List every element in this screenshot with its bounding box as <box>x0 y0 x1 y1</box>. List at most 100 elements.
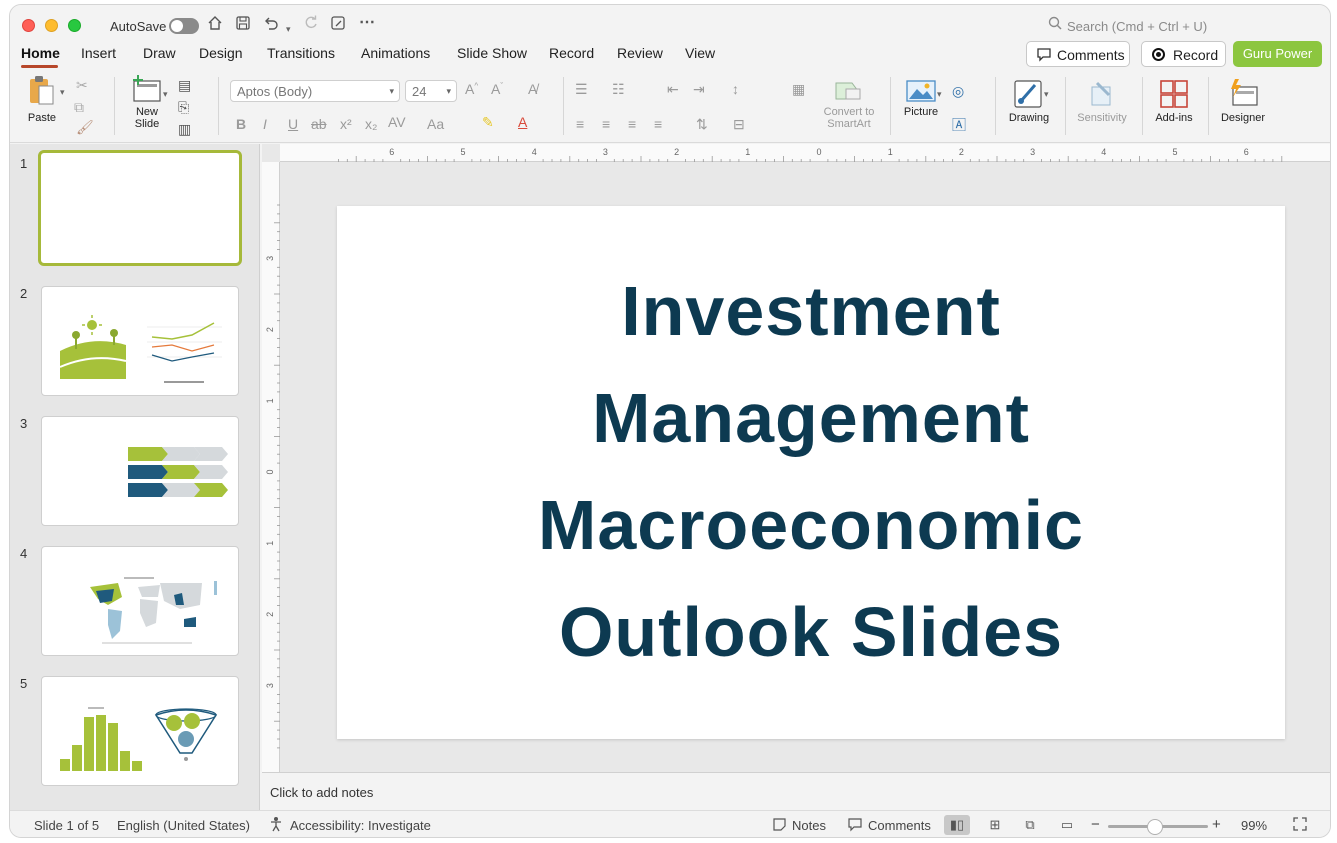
line-spacing-icon[interactable]: ↕ <box>732 81 739 97</box>
drawing-button[interactable]: Drawing <box>1005 79 1053 124</box>
zoom-slider-handle[interactable] <box>1147 819 1163 835</box>
tab-record[interactable]: Record <box>549 45 594 61</box>
slide-title[interactable]: Investment Management Macroeconomic Outl… <box>337 258 1285 686</box>
comments-toggle[interactable]: Comments <box>868 818 931 833</box>
minimize-window-button[interactable] <box>45 19 58 32</box>
new-slide-button[interactable]: New Slide <box>125 75 169 130</box>
slide-show-button[interactable]: ▭ <box>1054 815 1080 835</box>
decrease-indent-icon[interactable]: ⇤ <box>667 81 679 98</box>
zoom-level[interactable]: 99% <box>1241 818 1267 833</box>
bold-icon[interactable]: B <box>236 116 246 132</box>
autosave-toggle[interactable] <box>169 18 199 34</box>
increase-font-size-icon[interactable]: A^ <box>465 81 478 97</box>
redo-icon[interactable] <box>303 15 319 37</box>
ruler-label: 3 <box>265 256 275 261</box>
font-color-icon[interactable]: A <box>518 114 527 130</box>
drawing-dropdown-icon[interactable]: ▾ <box>1044 89 1049 100</box>
copy-icon[interactable]: ⧉ <box>74 99 84 116</box>
fit-to-window-icon[interactable] <box>1293 817 1307 834</box>
designer-icon <box>1231 79 1258 106</box>
new-slide-dropdown-icon[interactable]: ▾ <box>163 89 168 100</box>
columns-icon[interactable]: ▦ <box>792 81 805 98</box>
guru-power-button[interactable]: Guru Power <box>1233 41 1322 67</box>
shapes-icon[interactable]: ◎ <box>952 83 964 100</box>
increase-indent-icon[interactable]: ⇥ <box>693 81 705 98</box>
font-size-dropdown[interactable]: 24 ▾ <box>405 80 457 102</box>
current-slide[interactable]: Investment Management Macroeconomic Outl… <box>337 206 1285 739</box>
align-left-icon[interactable]: ≡ <box>576 116 584 132</box>
tab-draw[interactable]: Draw <box>143 45 176 61</box>
tab-review[interactable]: Review <box>617 45 663 61</box>
font-name-dropdown[interactable]: Aptos (Body) ▾ <box>230 80 400 102</box>
zoom-in-icon[interactable]: + <box>1212 816 1221 833</box>
ribbon-tabs: Home Insert Draw Design Transitions Anim… <box>10 43 1330 69</box>
decrease-font-size-icon[interactable]: Aˇ <box>491 81 503 97</box>
slide-4-preview <box>90 577 217 644</box>
home-icon[interactable] <box>207 15 223 37</box>
tab-view[interactable]: View <box>685 45 715 61</box>
highlight-icon[interactable]: ✎ <box>482 114 494 131</box>
paste-dropdown-icon[interactable]: ▾ <box>60 87 65 98</box>
justify-icon[interactable]: ≡ <box>654 116 662 132</box>
layout-icon[interactable]: ▤ <box>178 77 191 94</box>
slide-thumbnail-1[interactable] <box>38 150 242 266</box>
cut-icon[interactable]: ✂ <box>76 77 88 94</box>
tab-insert[interactable]: Insert <box>81 45 116 61</box>
designer-button[interactable]: Designer <box>1215 77 1271 124</box>
reset-icon[interactable]: ⎘ <box>178 99 189 116</box>
tab-animations[interactable]: Animations <box>361 45 430 61</box>
close-window-button[interactable] <box>22 19 35 32</box>
zoom-out-icon[interactable]: − <box>1091 816 1100 833</box>
tab-slide-show[interactable]: Slide Show <box>457 45 527 61</box>
numbering-icon[interactable]: ☷ <box>612 81 625 98</box>
search-input[interactable]: Search (Cmd + Ctrl + U) <box>1067 19 1207 34</box>
text-box-icon[interactable]: 🄰 <box>952 115 966 135</box>
comments-button[interactable]: Comments <box>1026 41 1130 67</box>
strikethrough-icon[interactable]: ab <box>311 116 327 132</box>
align-center-icon[interactable]: ≡ <box>602 116 610 132</box>
slide-thumbnail-3[interactable] <box>41 416 239 526</box>
bullets-icon[interactable]: ☰ <box>575 81 588 98</box>
slide-thumbnail-4[interactable] <box>41 546 239 656</box>
powerpoint-window: AutoSave ▾ ⋯ Search (Cmd + Ctrl + U) Hom… <box>9 4 1331 838</box>
picture-button[interactable]: Picture <box>901 79 941 118</box>
align-right-icon[interactable]: ≡ <box>628 116 636 132</box>
tab-transitions[interactable]: Transitions <box>267 45 335 61</box>
more-icon[interactable]: ⋯ <box>359 13 375 33</box>
section-icon[interactable]: ▥ <box>178 121 191 138</box>
record-button[interactable]: Record <box>1141 41 1226 67</box>
tab-design[interactable]: Design <box>199 45 243 61</box>
paste-button[interactable]: Paste <box>22 75 62 124</box>
format-painter-icon[interactable]: 🖌 <box>76 119 94 136</box>
italic-icon[interactable]: I <box>263 116 267 132</box>
clear-formatting-icon[interactable]: A̸ <box>528 81 537 97</box>
change-case-icon[interactable]: Aa <box>427 116 444 132</box>
notes-pane[interactable]: Click to add notes <box>262 772 1330 810</box>
tab-home[interactable]: Home <box>21 45 60 61</box>
sensitivity-button[interactable]: Sensitivity <box>1073 79 1131 124</box>
add-ins-button[interactable]: Add-ins <box>1150 79 1198 124</box>
superscript-icon[interactable]: x² <box>340 116 352 132</box>
text-direction-icon[interactable]: ⇅ <box>696 116 708 133</box>
undo-icon[interactable] <box>263 15 279 37</box>
reading-view-button[interactable]: ⧉ <box>1017 815 1043 835</box>
normal-view-button[interactable]: ▮▯ <box>944 815 970 835</box>
underline-icon[interactable]: U <box>288 116 298 132</box>
subscript-icon[interactable]: x₂ <box>365 116 377 132</box>
convert-to-smartart-button[interactable]: Convert to SmartArt <box>818 79 880 130</box>
character-spacing-icon[interactable]: AV <box>388 114 406 130</box>
picture-dropdown-icon[interactable]: ▾ <box>937 89 942 100</box>
language[interactable]: English (United States) <box>117 818 250 833</box>
align-text-icon[interactable]: ⊟ <box>733 116 745 133</box>
notes-icon <box>772 817 787 835</box>
slide-thumbnail-2[interactable] <box>41 286 239 396</box>
ruler-label: 0 <box>265 469 275 474</box>
slide-thumbnail-5[interactable] <box>41 676 239 786</box>
save-icon[interactable] <box>235 15 251 37</box>
accessibility-status[interactable]: Accessibility: Investigate <box>290 818 431 833</box>
undo-dropdown-icon[interactable]: ▾ <box>286 19 291 39</box>
slide-sorter-button[interactable]: ⊞ <box>982 815 1008 835</box>
customize-icon[interactable] <box>330 15 346 37</box>
notes-toggle[interactable]: Notes <box>792 818 826 833</box>
zoom-window-button[interactable] <box>68 19 81 32</box>
